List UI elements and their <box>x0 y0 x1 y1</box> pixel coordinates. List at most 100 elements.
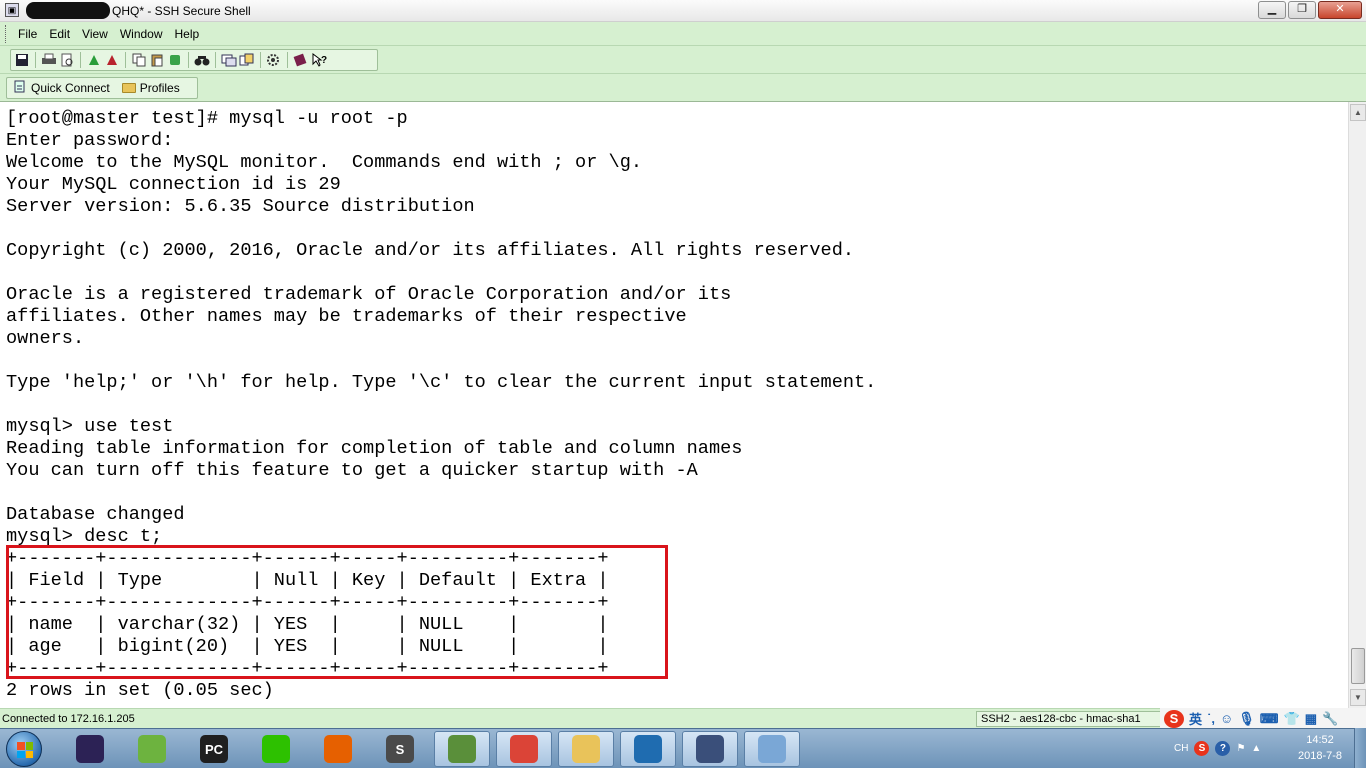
sublime-icon: S <box>386 735 414 763</box>
save-icon[interactable] <box>14 52 30 68</box>
menu-help[interactable]: Help <box>175 27 200 41</box>
tray-sogou-icon[interactable]: S <box>1194 740 1210 756</box>
menu-edit[interactable]: Edit <box>49 27 70 41</box>
help-book-icon[interactable] <box>293 52 309 68</box>
clock[interactable]: 14:52 2018-7-8 <box>1290 732 1350 764</box>
minimize-button[interactable]: ▁ <box>1258 1 1286 19</box>
taskbar: PC S <box>0 728 1366 768</box>
connection-status: Connected to 172.16.1.205 <box>2 713 135 725</box>
terminal-line: Database changed <box>6 504 185 525</box>
sogou-icon[interactable]: S <box>1164 709 1184 728</box>
tray-expand-icon[interactable]: ▲ <box>1251 743 1261 754</box>
toolbar-group: ? <box>10 49 378 71</box>
terminal-line: Your MySQL connection id is 29 <box>6 174 341 195</box>
eclipse-icon <box>76 735 104 763</box>
quick-connect-icon <box>13 80 27 97</box>
terminal-line: Copyright (c) 2000, 2016, Oracle and/or … <box>6 240 855 261</box>
wechat-icon <box>262 735 290 763</box>
ime-lang-label[interactable]: 英 <box>1189 709 1202 728</box>
find-icon[interactable] <box>194 52 210 68</box>
microphone-icon[interactable]: 🎙 <box>1238 711 1255 727</box>
folder-icon <box>121 83 136 93</box>
terminal-line: Reading table information for completion… <box>6 438 743 459</box>
scroll-thumb[interactable] <box>1351 648 1365 684</box>
menu-window[interactable]: Window <box>120 27 163 41</box>
start-button[interactable] <box>6 731 42 767</box>
terminal-line: Enter password: <box>6 130 174 151</box>
profiles-label: Profiles <box>139 81 180 95</box>
toolbox-icon[interactable]: ▦ <box>1305 711 1317 727</box>
terminal-line: You can turn off this feature to get a q… <box>6 460 698 481</box>
virtualbox-icon <box>634 735 662 763</box>
wrench-icon[interactable]: 🔧 <box>1322 711 1338 727</box>
copy-icon[interactable] <box>131 52 147 68</box>
menu-file[interactable]: File <box>18 27 37 41</box>
clear-icon[interactable] <box>167 52 183 68</box>
highlight-annotation-box <box>6 545 668 679</box>
taskbar-app-notepad[interactable] <box>434 731 490 767</box>
taskbar-app-firefox[interactable] <box>310 731 366 767</box>
print-icon[interactable] <box>41 52 57 68</box>
notepad-icon <box>448 735 476 763</box>
close-button[interactable]: ✕ <box>1318 1 1362 19</box>
profiles-button[interactable]: Profiles <box>121 81 180 95</box>
new-file-transfer-icon[interactable] <box>239 52 255 68</box>
terminal-line: Type 'help;' or '\h' for help. Type '\c'… <box>6 372 877 393</box>
connect-icon[interactable] <box>86 52 102 68</box>
show-desktop-button[interactable] <box>1354 728 1366 768</box>
title-bar: ▣ QHQ* - SSH Secure Shell ▁ ❐ ✕ <box>0 0 1366 22</box>
window-title: QHQ* - SSH Secure Shell <box>112 4 251 18</box>
scroll-down-arrow[interactable]: ▼ <box>1350 689 1366 706</box>
taskbar-app-wechat[interactable] <box>248 731 304 767</box>
chrome-icon <box>510 735 538 763</box>
terminal-line: Welcome to the MySQL monitor. Commands e… <box>6 152 643 173</box>
taskbar-app-explorer[interactable] <box>558 731 614 767</box>
taskbar-app-sublime[interactable]: S <box>372 731 428 767</box>
redacted-hostname <box>26 2 110 19</box>
taskbar-app-chrome[interactable] <box>496 731 552 767</box>
quick-connect-label: Quick Connect <box>31 81 110 95</box>
tray-help-icon[interactable]: ? <box>1215 740 1231 756</box>
terminal-line: mysql> use test <box>6 416 174 437</box>
menubar-grip <box>5 25 8 43</box>
menu-bar: File Edit View Window Help <box>0 22 1366 46</box>
taskbar-app-spring[interactable] <box>124 731 180 767</box>
tray-lang[interactable]: CH <box>1174 743 1188 754</box>
quick-connect-button[interactable]: Quick Connect <box>13 80 110 97</box>
terminal-scrollbar[interactable]: ▲ ▼ <box>1348 102 1366 708</box>
disconnect-icon[interactable] <box>104 52 120 68</box>
terminal-line: owners. <box>6 328 85 349</box>
explorer-icon <box>572 735 600 763</box>
menu-view[interactable]: View <box>82 27 108 41</box>
windows-logo-icon <box>17 742 33 758</box>
ime-toolbar: S 英 ˙, ☺ 🎙 ⌨ 👕 ▦ 🔧 <box>1160 708 1366 729</box>
punctuation-icon[interactable]: ˙, <box>1207 711 1215 726</box>
taskbar-app-eclipse[interactable] <box>62 731 118 767</box>
terminal-line: Server version: 5.6.35 Source distributi… <box>6 196 475 217</box>
terminal-line: Oracle is a registered trademark of Orac… <box>6 284 732 305</box>
context-help-icon[interactable]: ? <box>311 52 327 68</box>
terminal-line: affiliates. Other names may be trademark… <box>6 306 687 327</box>
paste-icon[interactable] <box>149 52 165 68</box>
maximize-button[interactable]: ❐ <box>1288 1 1316 19</box>
new-terminal-icon[interactable] <box>221 52 237 68</box>
terminal-area[interactable]: [root@master test]# mysql -u root -p Ente… <box>0 102 1348 708</box>
clock-time: 14:52 <box>1306 734 1334 746</box>
taskbar-app-virtualbox[interactable] <box>620 731 676 767</box>
scroll-up-arrow[interactable]: ▲ <box>1350 104 1366 121</box>
pycharm-icon: PC <box>200 735 228 763</box>
taskbar-app-paint[interactable] <box>744 731 800 767</box>
print-preview-icon[interactable] <box>59 52 75 68</box>
clock-date: 2018-7-8 <box>1297 750 1343 762</box>
taskbar-app-pycharm[interactable]: PC <box>186 731 242 767</box>
skin-icon[interactable]: 👕 <box>1284 711 1300 727</box>
emoji-icon[interactable]: ☺ <box>1220 711 1233 726</box>
settings-icon[interactable] <box>266 52 282 68</box>
keyboard-icon[interactable]: ⌨ <box>1260 711 1279 727</box>
taskbar-app-ssh-client[interactable] <box>682 731 738 767</box>
tray-flag-icon[interactable]: ⚑ <box>1236 743 1245 754</box>
